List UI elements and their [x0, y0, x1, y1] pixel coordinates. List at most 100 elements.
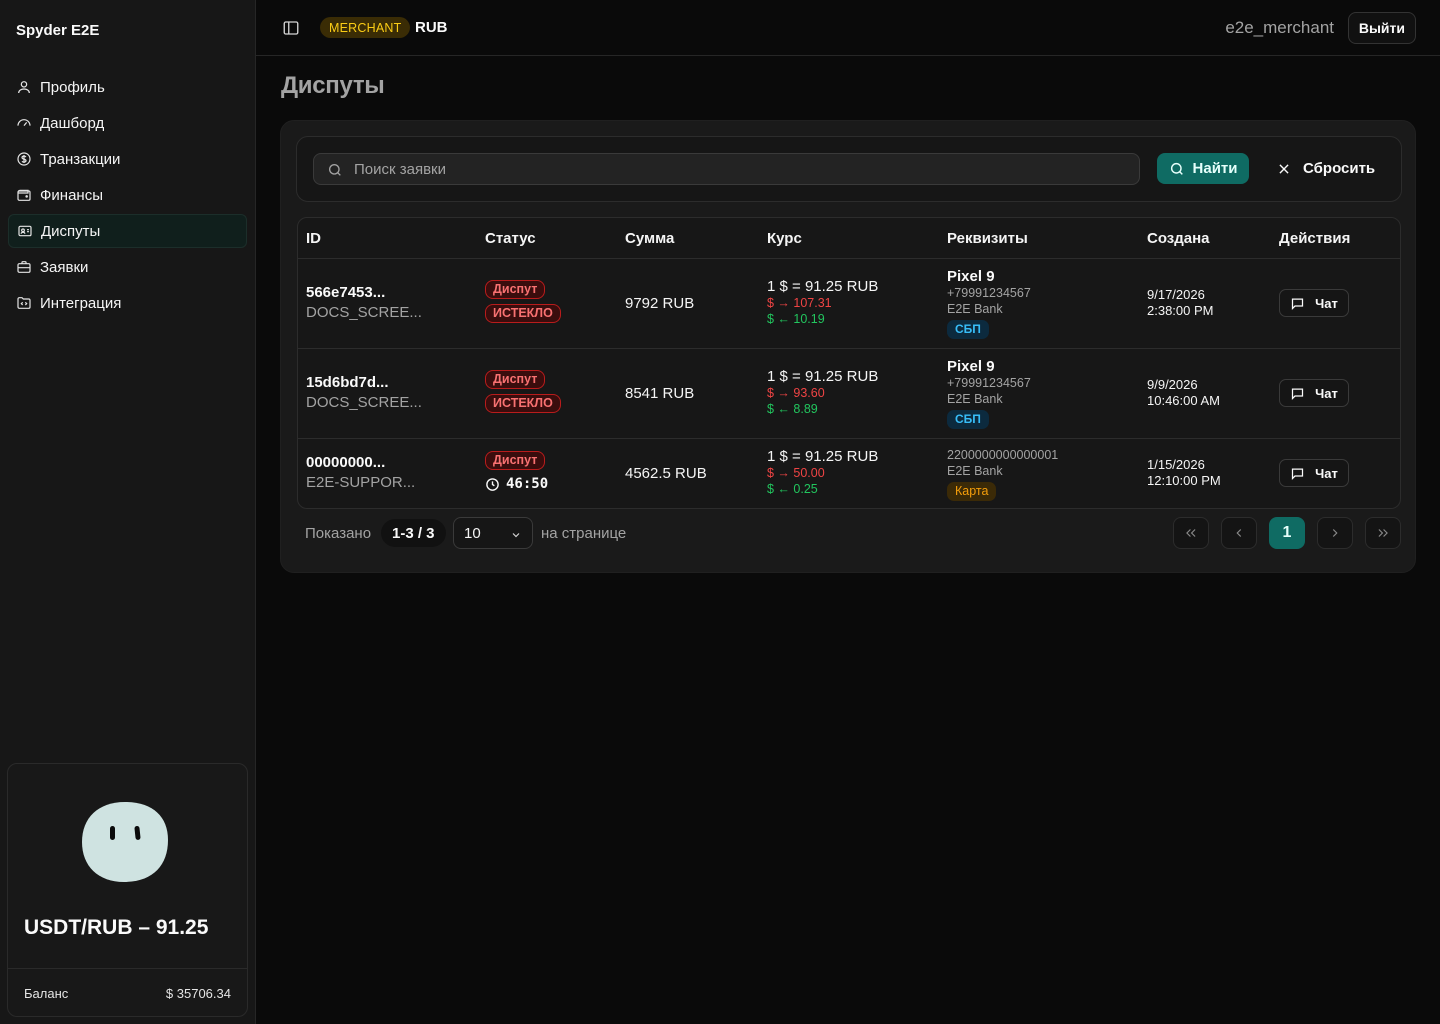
created-time: 12:10:00 PM — [1147, 473, 1221, 488]
table-header: ID Статус Сумма Курс Реквизиты Создана Д… — [298, 218, 1400, 259]
phone-number: +79991234567 — [947, 376, 1031, 390]
find-button[interactable]: Найти — [1157, 153, 1249, 184]
chat-button[interactable]: Чат — [1279, 289, 1349, 317]
expired-badge: ИСТЕКЛО — [485, 304, 561, 323]
device-name: Pixel 9 — [947, 268, 995, 285]
status-badge: Диспут — [485, 280, 546, 299]
phone-number: +79991234567 — [947, 286, 1031, 300]
chat-button-label: Чат — [1315, 465, 1338, 481]
user-icon — [18, 81, 30, 94]
countdown-timer: 46:50 — [485, 476, 548, 492]
id-cell: 00000000... E2E-SUPPOR... — [306, 454, 415, 491]
rate-down: $ ← 10.19 — [767, 312, 825, 326]
next-page-button[interactable] — [1317, 517, 1353, 549]
column-header: Сумма — [625, 230, 675, 247]
chat-button[interactable]: Чат — [1279, 379, 1349, 407]
column-header: Создана — [1147, 230, 1210, 247]
range-badge: 1-3 / 3 — [381, 519, 446, 547]
sidebar-item-label: Интеграция — [40, 294, 122, 312]
device-name: Pixel 9 — [947, 358, 995, 375]
status-badge: Диспут — [485, 451, 546, 470]
wallet-icon — [17, 189, 31, 201]
sidebar-nav: Профиль Дашборд Транзакции Финансы Диспу… — [8, 70, 247, 322]
find-button-label: Найти — [1192, 160, 1238, 177]
column-header: Статус — [485, 230, 536, 247]
topbar: MERCHANT RUB e2e_merchant Выйти — [256, 0, 1440, 56]
sidebar-item-label: Профиль — [40, 78, 105, 96]
sidebar-item-disputes[interactable]: Диспуты — [8, 214, 247, 248]
last-page-button[interactable] — [1365, 517, 1401, 549]
sidebar-item-label: Диспуты — [41, 222, 101, 240]
created-time: 10:46:00 AM — [1147, 393, 1220, 408]
search-placeholder: Поиск заявки — [354, 160, 446, 178]
balance-row: Баланс $ 35706.34 — [8, 968, 247, 1016]
bank-name: E2E Bank — [947, 392, 1003, 406]
bank-name: E2E Bank — [947, 302, 1003, 316]
expired-badge: ИСТЕКЛО — [485, 394, 561, 413]
table-row: 566e7453... DOCS_SCREE... Диспут ИСТЕКЛО… — [298, 259, 1400, 349]
requisites-cell: 2200000000000001 E2E Bank Карта — [947, 447, 1058, 501]
dispute-id[interactable]: 566e7453... — [306, 284, 422, 301]
chevron-down-icon — [512, 533, 520, 538]
sidebar-toggle-icon[interactable] — [282, 19, 300, 37]
close-icon — [1279, 163, 1289, 174]
rate-main: 1 $ = 91.25 RUB — [767, 278, 879, 295]
mascot-illustration — [82, 802, 168, 882]
id-cell: 566e7453... DOCS_SCREE... — [306, 284, 422, 321]
message-icon — [1292, 468, 1304, 480]
card-number: 2200000000000001 — [947, 448, 1059, 462]
search-bar: Поиск заявки Найти Сбросить — [296, 136, 1402, 202]
search-icon — [329, 164, 341, 176]
sidebar-item-profile[interactable]: Профиль — [8, 70, 247, 104]
per-page-label: на странице — [541, 525, 627, 542]
sidebar-item-requests[interactable]: Заявки — [8, 250, 247, 284]
rate-cell: 1 $ = 91.25 RUB $ → 93.60 $ ← 8.89 — [767, 368, 878, 417]
page-button-current[interactable]: 1 — [1269, 517, 1305, 549]
brand-title: Spyder E2E — [16, 22, 100, 39]
chevrons-left-icon — [1186, 529, 1196, 537]
per-page-select[interactable]: 10 — [453, 517, 533, 549]
rate-main: 1 $ = 91.25 RUB — [767, 368, 879, 385]
sidebar-item-dashboard[interactable]: Дашборд — [8, 106, 247, 140]
dispute-id[interactable]: 00000000... — [306, 454, 415, 471]
rate-down: $ ← 0.25 — [767, 482, 818, 496]
gauge-icon — [17, 119, 31, 127]
disputes-panel: Поиск заявки Найти Сбросить ID Статус Су… — [280, 120, 1416, 573]
dollar-circle-icon — [17, 152, 31, 166]
briefcase-icon — [17, 261, 31, 273]
status-cell: Диспут ИСТЕКЛО — [485, 370, 561, 413]
per-page-value: 10 — [464, 524, 481, 542]
rate-down: $ ← 8.89 — [767, 402, 818, 416]
method-badge: Карта — [947, 482, 997, 501]
first-page-button[interactable] — [1173, 517, 1209, 549]
column-header: Реквизиты — [947, 230, 1028, 247]
clock-icon — [486, 477, 499, 491]
sidebar-item-finance[interactable]: Финансы — [8, 178, 247, 212]
prev-page-button[interactable] — [1221, 517, 1257, 549]
method-badge: СБП — [947, 410, 989, 429]
sidebar-item-label: Финансы — [40, 186, 103, 204]
chat-button-label: Чат — [1315, 385, 1338, 401]
requisites-cell: Pixel 9 +79991234567 E2E Bank СБП — [947, 268, 1031, 339]
requisites-cell: Pixel 9 +79991234567 E2E Bank СБП — [947, 358, 1031, 429]
created-time: 2:38:00 PM — [1147, 303, 1214, 318]
pager: 1 — [1173, 517, 1401, 549]
sidebar-item-integration[interactable]: Интеграция — [8, 286, 247, 320]
reset-button[interactable]: Сбросить — [1277, 153, 1375, 184]
logout-button[interactable]: Выйти — [1347, 12, 1416, 44]
sidebar-item-transactions[interactable]: Транзакции — [8, 142, 247, 176]
chat-button-label: Чат — [1315, 295, 1338, 311]
search-input[interactable]: Поиск заявки — [313, 153, 1140, 185]
status-cell: Диспут ИСТЕКЛО — [485, 280, 561, 323]
column-header: Курс — [767, 230, 802, 247]
balance-label: Баланс — [24, 986, 69, 1001]
shown-label: Показано — [305, 525, 372, 542]
dispute-ref: DOCS_SCREE... — [306, 304, 422, 321]
created-date: 9/9/2026 — [1147, 377, 1198, 392]
created-date: 1/15/2026 — [1147, 457, 1205, 472]
dispute-id[interactable]: 15d6bd7d... — [306, 374, 422, 391]
timer-value: 46:50 — [506, 476, 549, 492]
chat-button[interactable]: Чат — [1279, 459, 1349, 487]
rate-up: $ → 107.31 — [767, 296, 832, 310]
status-badge: Диспут — [485, 370, 546, 389]
